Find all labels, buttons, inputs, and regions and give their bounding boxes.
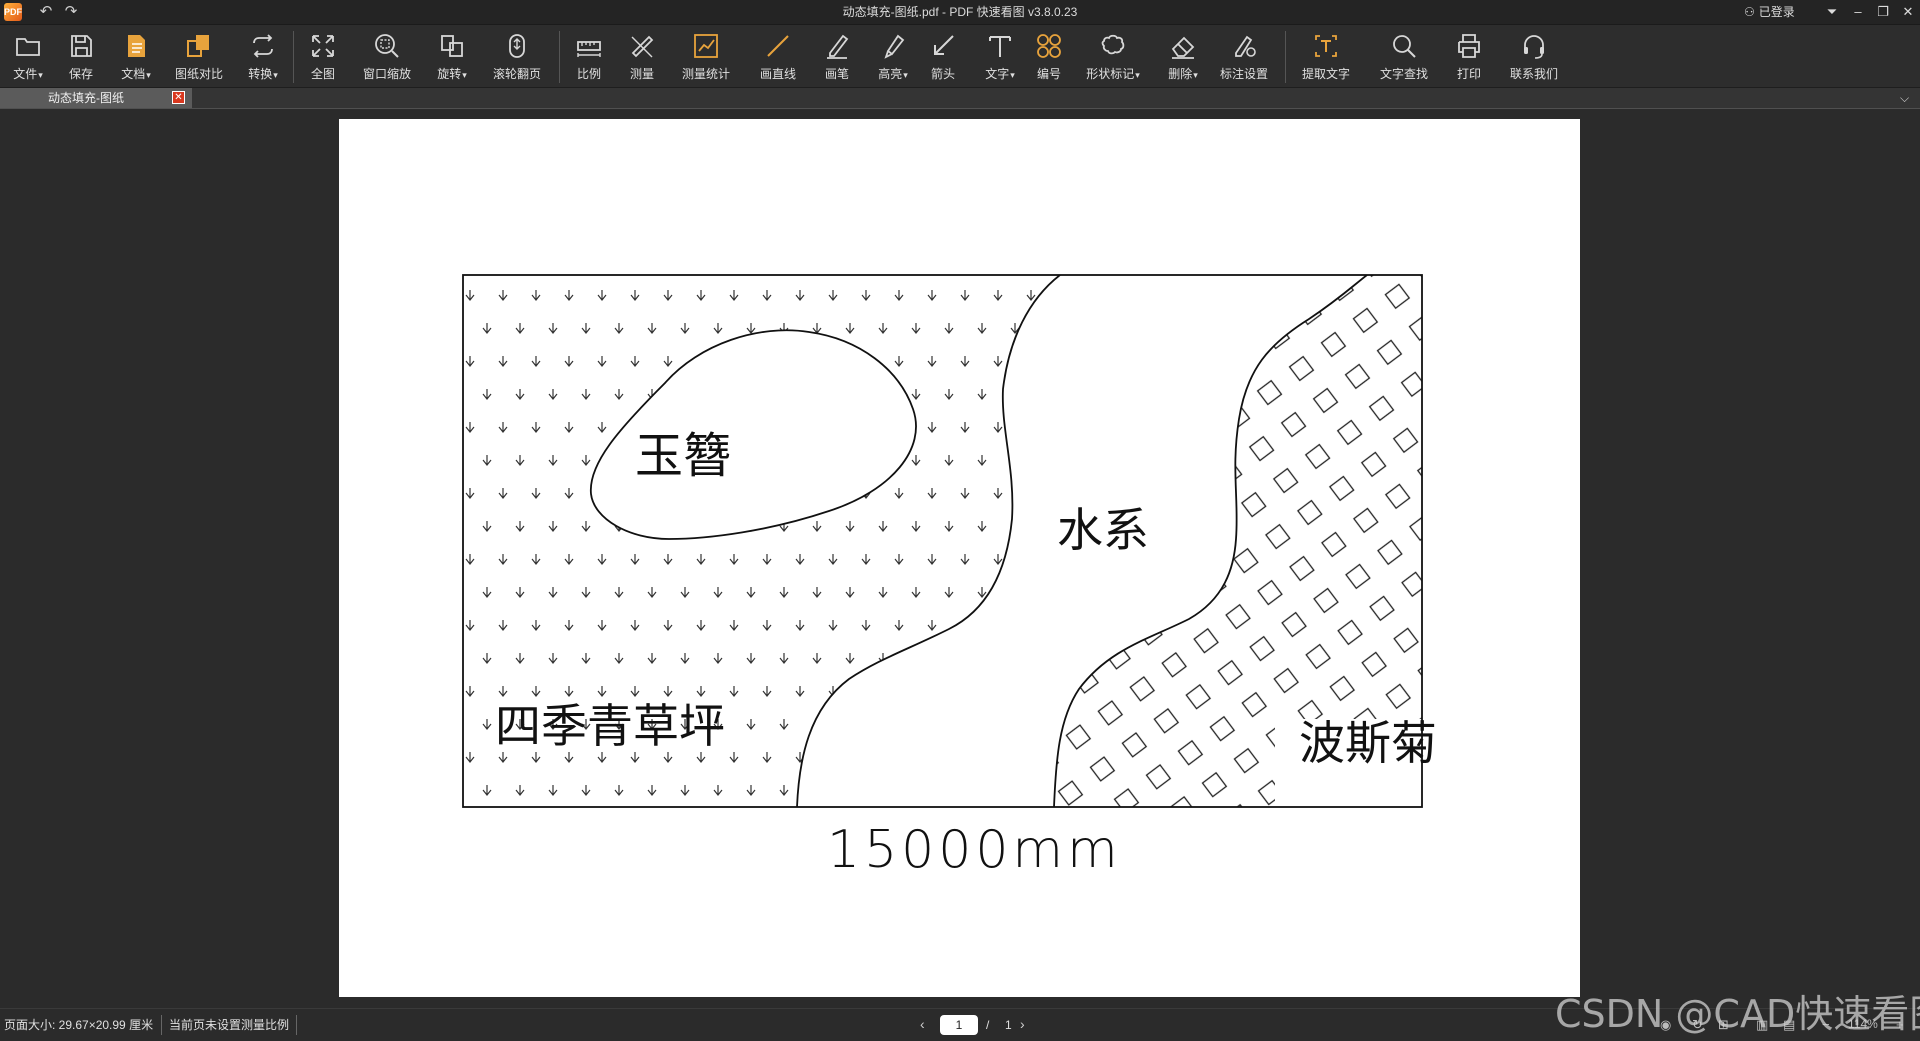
eraser-icon <box>1171 36 1195 59</box>
total-pages: 1 <box>1005 1018 1012 1032</box>
measure-stats-icon <box>694 34 718 58</box>
toolbar-separator <box>1285 31 1286 83</box>
document-page: 玉簪 水系 四季青草坪 波斯菊 15000mm <box>339 119 1580 997</box>
delete-menu-button[interactable]: 删除 <box>1154 29 1212 85</box>
contact-us-button[interactable]: 联系我们 <box>1505 29 1563 85</box>
window-title: 动态填充-图纸.pdf - PDF 快速看图 v3.8.0.23 <box>842 5 1078 19</box>
save-button[interactable]: 保存 <box>52 29 110 85</box>
annotation-settings-icon <box>1235 35 1256 57</box>
numbering-icon <box>1037 34 1061 58</box>
fit-all-icon <box>312 35 334 57</box>
status-divider <box>296 1015 297 1035</box>
headset-icon <box>1524 35 1544 59</box>
restore-icon[interactable]: ❐ <box>1871 0 1895 24</box>
shape-mark-menu-button[interactable]: 形状标记 <box>1084 29 1142 85</box>
minimize-icon[interactable]: – <box>1846 0 1870 24</box>
redo-icon[interactable]: ↷ <box>61 2 81 22</box>
search-icon <box>1393 35 1416 58</box>
menu-dropdown-icon[interactable]: ⏷ <box>1820 0 1844 24</box>
tab-document[interactable]: 动态填充-图纸 ✕ <box>0 88 192 108</box>
annotation-settings-button[interactable]: 标注设置 <box>1215 29 1273 85</box>
mouse-wheel-icon <box>509 34 525 58</box>
next-page-icon[interactable]: › <box>1020 1016 1025 1032</box>
shape-mark-icon <box>1101 34 1125 55</box>
previous-page-icon[interactable]: ‹ <box>920 1016 925 1032</box>
tab-label: 动态填充-图纸 <box>48 91 124 105</box>
label-evergreen-lawn: 四季青草坪 <box>495 699 725 753</box>
print-icon <box>1458 34 1480 58</box>
measure-stats-button[interactable]: 测量统计 <box>677 29 735 85</box>
arrow-button[interactable]: 箭头 <box>914 29 972 85</box>
folder-icon <box>16 38 40 56</box>
scale-info[interactable]: 当前页未设置测量比例 <box>169 1009 289 1041</box>
document-menu-button[interactable]: 文档 <box>107 29 165 85</box>
rotate-menu-button[interactable]: 旋转 <box>423 29 481 85</box>
login-status[interactable]: ⚇ 已登录 <box>1744 0 1795 24</box>
fit-all-button[interactable]: 全图 <box>294 29 352 85</box>
status-divider <box>161 1015 162 1035</box>
pen-icon <box>827 34 849 59</box>
convert-icon <box>253 34 273 58</box>
app-logo-icon: PDF <box>4 3 22 21</box>
login-label: 已登录 <box>1758 5 1795 19</box>
text-icon <box>989 36 1011 57</box>
title-bar: PDF ↶ ↷ 动态填充-图纸.pdf - PDF 快速看图 v3.8.0.23… <box>0 0 1920 25</box>
chevron-down-icon[interactable]: ⌵ <box>1900 88 1909 108</box>
highlighter-icon <box>884 34 905 59</box>
scale-icon <box>577 41 601 57</box>
arrow-icon <box>934 35 954 55</box>
measure-icon <box>631 35 654 58</box>
label-jade-hairpin: 玉簪 <box>635 428 731 484</box>
document-tab-bar: 动态填充-图纸 ✕ ⌵ <box>0 88 1920 109</box>
draw-line-button[interactable]: 画直线 <box>749 29 807 85</box>
compare-icon <box>187 35 209 57</box>
page-separator: / <box>986 1018 990 1032</box>
print-button[interactable]: 打印 <box>1440 29 1498 85</box>
file-menu-button[interactable]: 文件 <box>0 29 57 85</box>
extract-text-button[interactable]: 提取文字 <box>1297 29 1355 85</box>
convert-menu-button[interactable]: 转换 <box>234 29 292 85</box>
text-search-button[interactable]: 文字查找 <box>1375 29 1433 85</box>
scale-button[interactable]: 比例 <box>560 29 618 85</box>
label-cosmos: 波斯菊 <box>1299 716 1437 770</box>
save-icon <box>71 35 92 57</box>
label-water-system: 水系 <box>1057 503 1149 557</box>
cad-drawing: 玉簪 水系 四季青草坪 波斯菊 15000mm <box>462 274 1437 880</box>
watermark: CSDN @CAD快速看图 <box>1555 992 1920 1036</box>
compare-drawings-button[interactable]: 图纸对比 <box>170 29 228 85</box>
main-toolbar: 文件 保存 文档 图纸对比 转换 全图 窗口缩放 旋转 滚轮翻页 比例 测量 <box>0 25 1920 88</box>
close-icon[interactable]: ✕ <box>1896 0 1920 24</box>
measure-button[interactable]: 测量 <box>613 29 671 85</box>
tab-close-icon[interactable]: ✕ <box>172 91 185 104</box>
dimension-label: 15000mm <box>827 820 1122 880</box>
document-icon <box>128 35 145 57</box>
pen-button[interactable]: 画笔 <box>808 29 866 85</box>
line-icon <box>767 35 789 57</box>
user-icon: ⚇ <box>1744 5 1755 19</box>
page-number-input[interactable] <box>940 1015 978 1035</box>
window-zoom-button[interactable]: 窗口缩放 <box>358 29 416 85</box>
extract-text-icon <box>1315 35 1337 57</box>
wheel-page-button[interactable]: 滚轮翻页 <box>488 29 546 85</box>
page-size-info: 页面大小: 29.67×20.99 厘米 <box>4 1018 154 1032</box>
numbering-button[interactable]: 编号 <box>1020 29 1078 85</box>
undo-icon[interactable]: ↶ <box>36 2 56 22</box>
rotate-icon <box>441 35 463 57</box>
zoom-window-icon <box>375 34 399 58</box>
